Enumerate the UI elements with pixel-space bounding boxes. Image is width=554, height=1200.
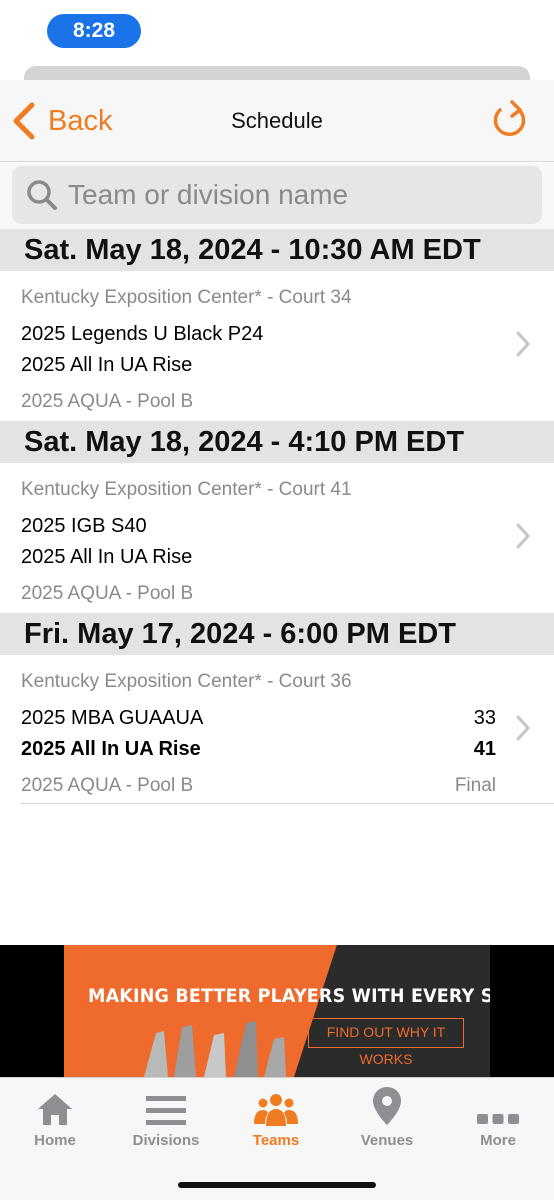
tab-label: Venues bbox=[360, 1132, 414, 1149]
tab-home[interactable]: Home bbox=[0, 1086, 110, 1156]
tab-label: Divisions bbox=[132, 1132, 200, 1149]
game-venue: Kentucky Exposition Center* - Court 41 bbox=[21, 479, 352, 500]
status-bar: 8:28 bbox=[0, 0, 554, 62]
search-icon bbox=[27, 180, 57, 210]
ad-creative: MAKING BETTER PLAYERS WITH EVERY SHOT FI… bbox=[64, 945, 490, 1077]
search-input[interactable] bbox=[68, 179, 508, 211]
home-icon bbox=[38, 1094, 72, 1125]
game-team-1: 2025 Legends U Black P24 bbox=[21, 323, 264, 345]
game-team-2: 2025 All In UA Rise bbox=[21, 354, 193, 376]
home-indicator bbox=[178, 1182, 376, 1188]
ad-headline: MAKING BETTER PLAYERS WITH EVERY SHOT bbox=[88, 985, 490, 1007]
list-icon bbox=[146, 1096, 186, 1125]
tab-teams[interactable]: Teams bbox=[221, 1086, 331, 1156]
refresh-icon bbox=[493, 100, 526, 137]
game-team-2: 2025 All In UA Rise bbox=[21, 546, 193, 568]
tab-label: Teams bbox=[252, 1132, 300, 1149]
section-header: Fri. May 17, 2024 - 6:00 PM EDT bbox=[0, 613, 554, 655]
ad-banner[interactable]: MAKING BETTER PLAYERS WITH EVERY SHOT FI… bbox=[0, 945, 554, 1077]
page-title: Schedule bbox=[231, 108, 323, 133]
chevron-right-icon bbox=[516, 715, 530, 741]
game-score-1: 33 bbox=[473, 707, 496, 729]
tab-label: Home bbox=[34, 1132, 76, 1149]
game-row[interactable]: Kentucky Exposition Center* - Court 36 2… bbox=[0, 655, 554, 805]
game-venue: Kentucky Exposition Center* - Court 34 bbox=[21, 287, 352, 308]
tab-label: More bbox=[480, 1132, 516, 1149]
ad-cta-button[interactable]: FIND OUT WHY IT WORKS bbox=[308, 1018, 464, 1067]
section-header: Sat. May 18, 2024 - 10:30 AM EDT bbox=[0, 229, 554, 271]
people-icon bbox=[254, 1094, 298, 1126]
status-time: 8:28 bbox=[47, 14, 141, 48]
chevron-right-icon bbox=[516, 523, 530, 549]
list-divider bbox=[20, 803, 554, 804]
game-team-2: 2025 All In UA Rise bbox=[21, 738, 201, 760]
game-venue: Kentucky Exposition Center* - Court 36 bbox=[21, 671, 352, 692]
section-header: Sat. May 18, 2024 - 4:10 PM EDT bbox=[0, 421, 554, 463]
nav-bar: Back Schedule bbox=[0, 80, 554, 162]
game-row[interactable]: Kentucky Exposition Center* - Court 41 2… bbox=[0, 463, 554, 613]
raised-hands-graphic bbox=[144, 1021, 286, 1077]
game-row[interactable]: Kentucky Exposition Center* - Court 34 2… bbox=[0, 271, 554, 421]
tab-more[interactable]: More bbox=[443, 1086, 553, 1156]
game-division: 2025 AQUA - Pool B bbox=[21, 391, 194, 412]
game-team-1: 2025 MBA GUAAUA bbox=[21, 707, 204, 729]
search-box[interactable] bbox=[12, 166, 542, 224]
game-division: 2025 AQUA - Pool B bbox=[21, 583, 194, 604]
game-status: Final bbox=[454, 775, 496, 796]
map-pin-icon bbox=[373, 1087, 401, 1125]
tab-venues[interactable]: Venues bbox=[332, 1086, 442, 1156]
tab-divisions[interactable]: Divisions bbox=[111, 1086, 221, 1156]
game-division: 2025 AQUA - Pool B bbox=[21, 775, 194, 796]
chevron-right-icon bbox=[516, 331, 530, 357]
refresh-button[interactable] bbox=[490, 96, 530, 144]
game-score-2: 41 bbox=[473, 738, 496, 760]
game-team-1: 2025 IGB S40 bbox=[21, 515, 147, 537]
ellipsis-icon bbox=[477, 1114, 519, 1124]
search-bar bbox=[0, 163, 554, 231]
